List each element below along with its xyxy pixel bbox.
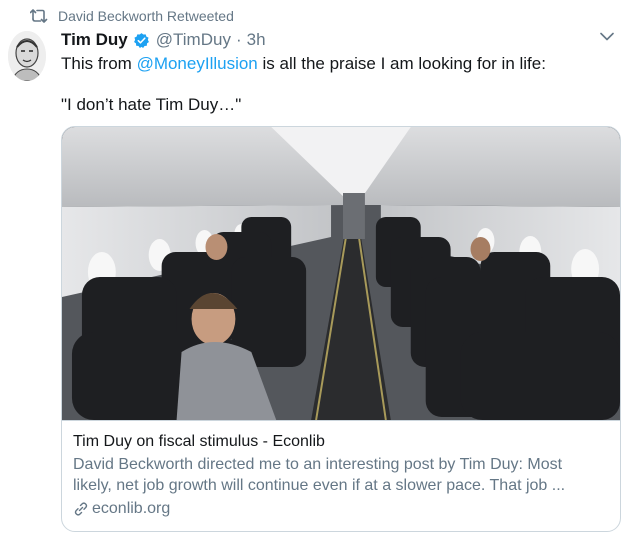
- retweet-context-label: David Beckworth Retweeted: [58, 8, 234, 24]
- card-image[interactable]: [62, 127, 620, 420]
- avatar[interactable]: [8, 31, 46, 81]
- chevron-down-icon: [600, 28, 614, 46]
- timestamp[interactable]: 3h: [247, 30, 266, 50]
- card-description-line-2: likely, net job growth will continue eve…: [73, 477, 566, 494]
- card-domain: econlib.org: [92, 500, 171, 517]
- author-name[interactable]: Tim Duy: [61, 30, 128, 50]
- tweet[interactable]: David Beckworth Retweeted Tim Duy @TimDu…: [0, 0, 630, 541]
- tweet-header: Tim Duy @TimDuy · 3h: [61, 29, 266, 51]
- card-description: David Beckworth directed me to an intere…: [73, 454, 607, 496]
- more-options-button[interactable]: [598, 28, 616, 46]
- verified-badge-icon: [133, 32, 150, 49]
- retweet-icon: [30, 7, 48, 25]
- tweet-text-before: This from: [61, 54, 137, 73]
- tweet-quote: "I don’t hate Tim Duy…": [61, 95, 242, 114]
- link-card[interactable]: Tim Duy on fiscal stimulus - Econlib Dav…: [61, 126, 621, 532]
- separator: ·: [235, 30, 242, 49]
- card-description-line-1: David Beckworth directed me to an intere…: [73, 456, 563, 473]
- link-icon: [73, 501, 89, 517]
- tweet-line-1: This from @MoneyIllusion is all the prai…: [61, 53, 606, 75]
- retweet-context[interactable]: David Beckworth Retweeted: [30, 6, 234, 26]
- card-title[interactable]: Tim Duy on fiscal stimulus - Econlib: [73, 431, 607, 452]
- tweet-text-after: is all the praise I am looking for in li…: [257, 54, 546, 73]
- card-text: Tim Duy on fiscal stimulus - Econlib Dav…: [62, 420, 620, 519]
- tweet-text: This from @MoneyIllusion is all the prai…: [61, 53, 606, 116]
- card-domain-link[interactable]: econlib.org: [73, 498, 607, 519]
- mention-link[interactable]: @MoneyIllusion: [137, 54, 258, 73]
- author-handle[interactable]: @TimDuy: [156, 30, 231, 50]
